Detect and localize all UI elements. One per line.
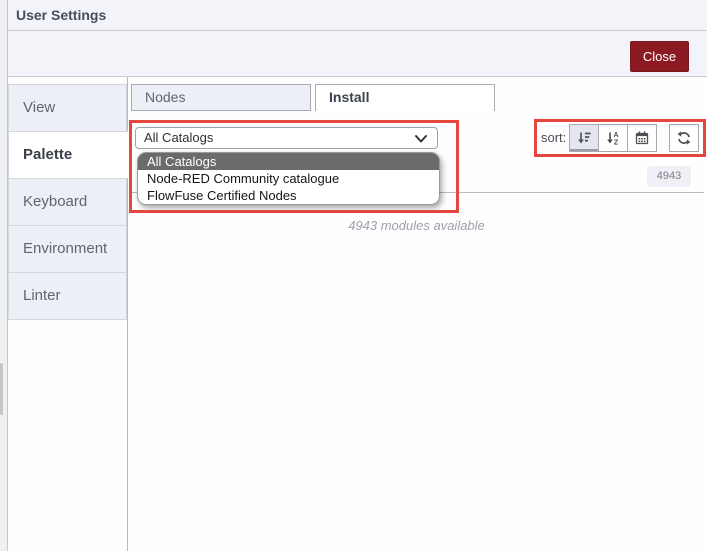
modules-available-text: 4943 modules available	[348, 218, 485, 233]
chevron-down-icon	[414, 134, 428, 144]
sort-relevance-button[interactable]	[569, 124, 599, 152]
catalog-select[interactable]: All Catalogs	[135, 127, 438, 149]
sidebar-item-linter[interactable]: Linter	[8, 272, 127, 320]
sort-recent-button[interactable]	[627, 124, 657, 152]
sort-label: sort:	[541, 130, 567, 145]
background-scrollbar	[0, 363, 3, 415]
module-count-badge: 4943	[647, 166, 691, 187]
svg-text:Z: Z	[614, 140, 619, 146]
dialog-header: User Settings	[8, 0, 707, 31]
catalog-option-flowfuse[interactable]: FlowFuse Certified Nodes	[138, 187, 439, 204]
close-button[interactable]: Close	[630, 41, 689, 72]
svg-text:A: A	[613, 132, 618, 139]
dialog-toolbar: Close	[8, 31, 707, 77]
tab-install[interactable]: Install	[315, 84, 495, 111]
sidebar-item-keyboard[interactable]: Keyboard	[8, 178, 127, 226]
catalog-dropdown-list: All Catalogs Node-RED Community catalogu…	[137, 152, 440, 205]
refresh-catalog-button[interactable]	[669, 124, 699, 152]
sort-amount-icon	[576, 130, 592, 146]
catalog-option-all[interactable]: All Catalogs	[138, 153, 439, 170]
dialog-body: View Palette Keyboard Environment Linter…	[8, 77, 707, 551]
sidebar-item-palette[interactable]: Palette	[8, 131, 128, 179]
sidebar-item-view[interactable]: View	[8, 84, 127, 132]
page-title: User Settings	[16, 7, 107, 23]
page-background-strip	[0, 0, 7, 551]
sort-button-group: A Z	[569, 124, 657, 152]
dialog-panel: User Settings Close View Palette Keyboar…	[7, 0, 707, 551]
catalog-option-community[interactable]: Node-RED Community catalogue	[138, 170, 439, 187]
sort-alpha-icon: A Z	[605, 130, 621, 146]
sort-alphabetical-button[interactable]: A Z	[598, 124, 628, 152]
catalog-select-value: All Catalogs	[144, 130, 214, 145]
calendar-icon	[634, 130, 650, 146]
sidebar-item-environment[interactable]: Environment	[8, 225, 127, 273]
tab-nodes[interactable]: Nodes	[131, 84, 311, 111]
user-settings-dialog: User Settings Close View Palette Keyboar…	[0, 0, 707, 551]
refresh-icon	[676, 130, 692, 146]
